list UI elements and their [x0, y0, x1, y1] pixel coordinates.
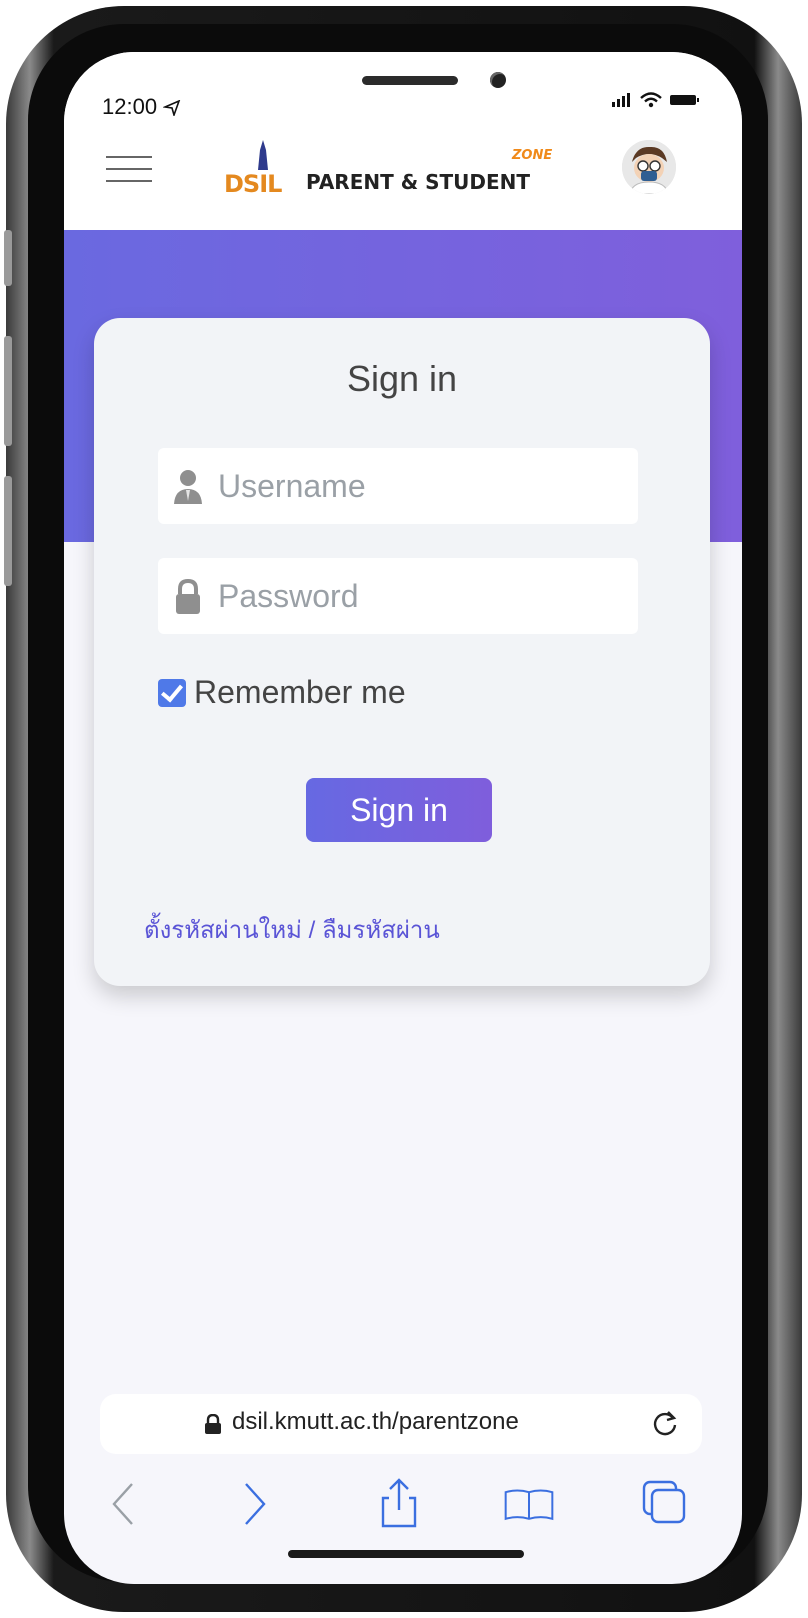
app-header: DSIL PARENT & STUDENT ZONE [64, 126, 742, 230]
tabs-icon[interactable] [640, 1478, 690, 1528]
password-field[interactable]: Password [158, 558, 638, 634]
screen: 12:00 DSIL PARENT & STUDENT ZONE Sign in… [64, 52, 742, 1584]
location-arrow-icon [162, 99, 181, 118]
lock-icon [205, 1414, 221, 1434]
username-field[interactable]: Username [158, 448, 638, 524]
browser-toolbar [64, 1472, 742, 1552]
status-icons [612, 92, 700, 108]
chevron-right-icon[interactable] [228, 1478, 278, 1528]
book-icon[interactable] [504, 1478, 554, 1528]
time-text: 12:00 [102, 94, 158, 119]
hamburger-icon[interactable] [106, 148, 152, 188]
tower-icon [258, 140, 268, 170]
signin-card: Sign in Username Password Remember me Si… [94, 318, 710, 986]
brand-zone: ZONE [512, 148, 553, 163]
status-time: 12:00 [102, 94, 181, 120]
remember-checkbox[interactable] [158, 678, 186, 707]
url-bar[interactable]: dsil.kmutt.ac.th/parentzone [100, 1394, 702, 1454]
status-bar: 12:00 [64, 52, 742, 126]
reload-icon[interactable] [650, 1408, 680, 1438]
lock-icon [176, 578, 200, 614]
username-placeholder: Username [218, 468, 366, 504]
reset-password-link[interactable]: ตั้งรหัสผ่านใหม่ / ลืมรหัสผ่าน [144, 910, 440, 949]
wifi-icon [640, 92, 662, 108]
speaker [362, 76, 458, 85]
home-indicator[interactable] [288, 1550, 524, 1558]
volume-up-button [4, 336, 12, 446]
front-camera [490, 72, 506, 88]
brand-title: PARENT & STUDENT [306, 170, 531, 194]
avatar-icon [622, 140, 676, 194]
share-icon[interactable] [374, 1478, 424, 1528]
card-title: Sign in [346, 358, 458, 399]
battery-icon [670, 95, 699, 105]
password-placeholder: Password [218, 578, 359, 614]
user-icon [174, 470, 202, 504]
url-text: dsil.kmutt.ac.th/parentzone [232, 1408, 519, 1435]
avatar[interactable] [622, 140, 676, 194]
mute-switch [4, 230, 12, 286]
remember-me[interactable]: Remember me [158, 674, 406, 711]
chevron-left-icon[interactable] [100, 1478, 150, 1528]
volume-down-button [4, 476, 12, 586]
brand-short: DSIL [224, 170, 282, 198]
signal-icon [612, 93, 630, 107]
signin-button[interactable]: Sign in [306, 778, 492, 842]
remember-label: Remember me [194, 674, 406, 710]
